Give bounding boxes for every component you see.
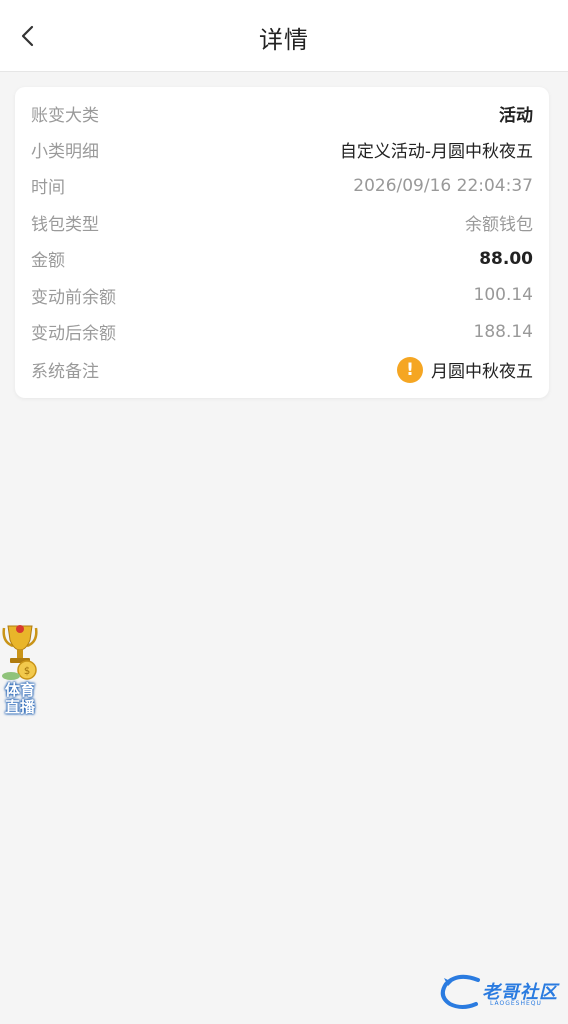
subcategory-value: 自定义活动-月圆中秋夜五 bbox=[339, 142, 533, 163]
warning-icon: ! bbox=[397, 356, 423, 383]
time-value: 2026/09/16 22:04:37 bbox=[353, 175, 533, 196]
detail-row-subcategory: 小类明细 自定义活动-月圆中秋夜五 bbox=[31, 131, 533, 167]
trophy-icon: $ bbox=[2, 625, 38, 680]
remark-value-wrap: ! 月圆中秋夜五 bbox=[397, 356, 533, 383]
wallet-type-label: 钱包类型 bbox=[31, 214, 99, 235]
remark-label: 系统备注 bbox=[31, 362, 99, 383]
transaction-detail-card: 账变大类 活动 小类明细 自定义活动-月圆中秋夜五 时间 2026/09/16 … bbox=[15, 87, 549, 398]
dragon-logo-icon bbox=[440, 974, 480, 1009]
sports-live-float-button[interactable]: $ 体育直播 bbox=[0, 620, 42, 720]
detail-row-time: 时间 2026/09/16 22:04:37 bbox=[31, 168, 533, 204]
detail-row-wallet: 钱包类型 余额钱包 bbox=[31, 204, 533, 240]
detail-row-amount: 金额 88.00 bbox=[31, 241, 533, 277]
time-label: 时间 bbox=[31, 178, 65, 199]
remark-value: 月圆中秋夜五 bbox=[431, 362, 533, 383]
balance-before-value: 100.14 bbox=[473, 285, 533, 306]
page-title: 详情 bbox=[259, 26, 309, 54]
detail-row-balance-after: 变动后余额 188.14 bbox=[31, 313, 533, 349]
detail-page: 详情 账变大类 活动 小类明细 自定义活动-月圆中秋夜五 时间 2026/09/… bbox=[0, 0, 568, 1024]
detail-row-category: 账变大类 活动 bbox=[31, 95, 533, 131]
category-value: 活动 bbox=[499, 105, 533, 126]
category-label: 账变大类 bbox=[31, 105, 99, 126]
amount-value: 88.00 bbox=[479, 248, 533, 269]
balance-after-label: 变动后余额 bbox=[31, 324, 116, 345]
detail-row-balance-before: 变动前余额 100.14 bbox=[31, 277, 533, 313]
amount-label: 金额 bbox=[31, 251, 65, 272]
detail-row-remark: 系统备注 ! 月圆中秋夜五 bbox=[31, 350, 533, 390]
watermark-subtext: LAOGESHEQU bbox=[490, 1000, 542, 1007]
watermark-logo: 老哥社区 LAOGESHEQU bbox=[438, 972, 562, 1014]
balance-before-label: 变动前余额 bbox=[31, 287, 116, 308]
wallet-type-value: 余额钱包 bbox=[465, 214, 533, 235]
balance-after-value: 188.14 bbox=[473, 321, 533, 342]
top-bar: 详情 bbox=[0, 0, 568, 72]
subcategory-label: 小类明细 bbox=[31, 142, 99, 163]
sports-live-label: 体育直播 bbox=[4, 681, 35, 716]
svg-text:$: $ bbox=[24, 666, 30, 677]
